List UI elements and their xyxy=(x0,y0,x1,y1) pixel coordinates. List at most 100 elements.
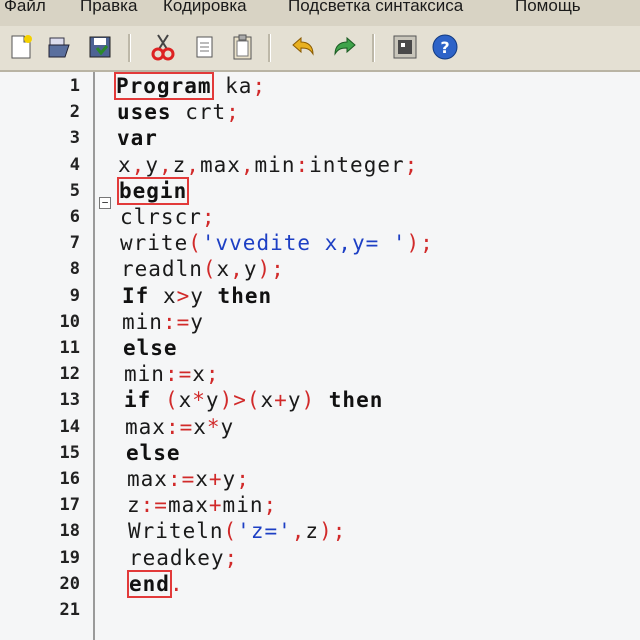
code-editor[interactable]: − 1 Program ka; 2 uses crt; 3 var 4 x,y,z,max,m… xyxy=(0,72,640,640)
identifier-token: integer xyxy=(309,152,405,177)
identifier-token: clrscr xyxy=(120,205,202,229)
keyword-token: end xyxy=(127,569,172,598)
code-text: If x>y then xyxy=(122,284,272,308)
identifier-token: readln xyxy=(121,257,203,282)
menu-file[interactable]: Файл xyxy=(4,0,46,16)
line-number: 3 xyxy=(69,128,80,149)
code-line[interactable]: 11 else xyxy=(0,336,640,362)
operator-token: := xyxy=(140,493,168,518)
code-text: z:=max+min; xyxy=(127,493,277,517)
operator-token: + xyxy=(274,388,288,413)
paste-icon[interactable] xyxy=(228,32,258,62)
operator-token: ) xyxy=(301,388,316,413)
code-line[interactable]: 3 var xyxy=(0,126,640,152)
code-line[interactable]: 15 else xyxy=(0,441,640,467)
line-number: 20 xyxy=(59,573,80,594)
code-line[interactable]: 18 Writeln('z=',z); xyxy=(0,519,640,545)
identifier-token: z xyxy=(305,519,320,544)
menu-encoding[interactable]: Кодировка xyxy=(163,0,247,16)
operator-token: , xyxy=(230,257,244,282)
operator-token: ); xyxy=(257,257,285,282)
code-text: end. xyxy=(127,569,184,598)
operator-token: * xyxy=(206,414,221,439)
line-number: 4 xyxy=(69,154,80,175)
identifier-token: max xyxy=(199,152,241,177)
code-line[interactable]: 21 xyxy=(0,598,640,624)
code-line[interactable]: 12 min:=x; xyxy=(0,362,640,388)
code-line[interactable]: 8 readln(x,y); xyxy=(0,257,640,283)
code-text: readln(x,y); xyxy=(121,257,285,281)
keyword-token: then xyxy=(328,388,384,413)
operator-token: ; xyxy=(201,205,216,229)
line-number: 6 xyxy=(69,207,80,227)
cut-icon[interactable] xyxy=(148,32,178,62)
code-text: begin xyxy=(116,176,190,205)
identifier-token: y xyxy=(190,283,218,308)
operator-token: ); xyxy=(319,519,347,544)
identifier-token: z xyxy=(172,152,187,177)
redo-icon[interactable] xyxy=(330,32,360,62)
copy-icon[interactable] xyxy=(190,32,220,62)
line-number: 1 xyxy=(69,76,80,96)
operator-token: + xyxy=(208,493,223,518)
menu-syntax-highlight[interactable]: Подсветка синтаксиса xyxy=(288,0,463,16)
identifier-token xyxy=(315,388,329,412)
identifier-token: y xyxy=(145,152,159,177)
string-token: 'vvedite x,y= ' xyxy=(201,231,407,256)
code-line[interactable]: 16 max:=x+y; xyxy=(0,467,640,493)
run-icon[interactable] xyxy=(390,32,420,62)
code-line[interactable]: 9 If x>y then xyxy=(0,284,640,310)
code-line[interactable]: 7 write('vvedite x,y= '); xyxy=(0,231,640,257)
code-line[interactable]: 20 end. xyxy=(0,569,640,598)
identifier-token: y xyxy=(190,309,204,334)
keyword-token: If xyxy=(122,283,150,308)
open-file-icon[interactable] xyxy=(46,32,76,62)
menu-edit[interactable]: Правка xyxy=(80,0,137,16)
code-text: if (x*y)>(x+y) then xyxy=(124,388,383,412)
code-line[interactable]: 13 if (x*y)>(x+y) then xyxy=(0,388,640,414)
operator-token: ; xyxy=(404,152,419,177)
code-line[interactable]: 1 Program ka; xyxy=(0,72,640,100)
line-number: 15 xyxy=(59,442,80,463)
menu-help[interactable]: Помощь xyxy=(515,0,581,16)
code-line[interactable]: 10 min:=y xyxy=(0,310,640,336)
line-number: 7 xyxy=(69,233,80,254)
code-line[interactable]: 6 clrscr; xyxy=(0,205,640,231)
code-text: max:=x+y; xyxy=(127,467,250,491)
identifier-token: x xyxy=(260,388,275,413)
keyword-token: if xyxy=(124,388,152,413)
identifier-token: min xyxy=(254,152,296,177)
line-number: 16 xyxy=(59,469,80,489)
operator-token: := xyxy=(164,362,193,387)
undo-icon[interactable] xyxy=(288,32,318,62)
identifier-token: Writeln xyxy=(128,519,224,544)
code-line[interactable]: 2 uses crt; xyxy=(0,100,640,126)
identifier-token: x xyxy=(192,362,206,387)
help-icon[interactable]: ? xyxy=(430,32,460,62)
toolbar-separator xyxy=(268,34,271,62)
code-line[interactable]: 5 begin xyxy=(0,176,640,205)
new-file-icon[interactable] xyxy=(6,32,36,62)
code-line[interactable]: 14 max:=x*y xyxy=(0,415,640,441)
line-number: 2 xyxy=(69,102,80,123)
code-text: uses crt; xyxy=(117,100,240,124)
code-line[interactable]: 19 readkey; xyxy=(0,546,640,572)
code-line[interactable]: 4 x,y,z,max,min:integer; xyxy=(0,153,640,179)
operator-token: ( xyxy=(202,257,217,282)
identifier-token: max xyxy=(167,493,209,518)
keyword-token: else xyxy=(126,440,181,465)
identifier-token: min xyxy=(124,362,165,387)
identifier-token: y xyxy=(243,257,258,282)
identifier-token: min xyxy=(222,493,264,518)
operator-token: + xyxy=(208,467,223,491)
operator-token: ; xyxy=(252,74,267,98)
keyword-token: var xyxy=(117,126,158,151)
code-line[interactable]: 17 z:=max+min; xyxy=(0,493,640,519)
code-text: Program ka; xyxy=(114,72,267,100)
code-text: else xyxy=(123,336,178,360)
save-file-icon[interactable] xyxy=(86,32,116,62)
line-number: 11 xyxy=(59,338,80,358)
operator-token: )>( xyxy=(219,388,261,413)
line-number: 8 xyxy=(69,259,80,280)
operator-token: , xyxy=(291,519,306,544)
